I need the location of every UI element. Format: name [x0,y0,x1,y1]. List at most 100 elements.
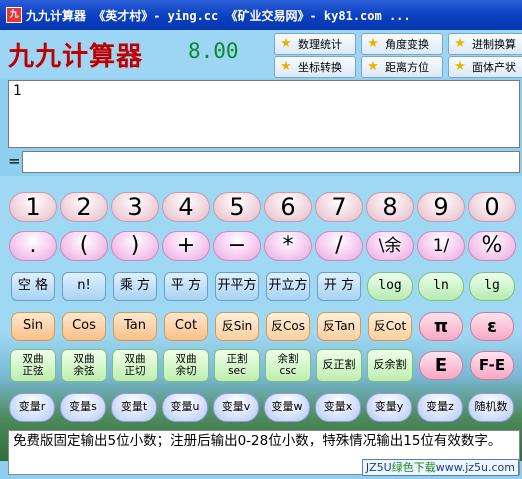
key-4[interactable]: 4 [162,192,210,222]
key-3[interactable]: 3 [111,192,159,222]
key-var-z[interactable]: 变量z [417,393,463,422]
key-sinh-line1: 双曲 [22,352,44,365]
key-tan[interactable]: Tan [113,312,157,341]
base-convert-label: 进制换算 [472,38,516,51]
key-6[interactable]: 6 [264,192,312,222]
key-factorial[interactable]: n! [62,272,106,301]
key-e[interactable]: E [419,351,463,380]
angle-convert-button[interactable]: ★ 角度变换 [361,33,443,55]
key-sqrt[interactable]: 开平方 [215,272,259,301]
key-int-divide[interactable]: \余 [366,231,414,261]
key-cosh[interactable]: 双曲 余弦 [61,349,107,382]
key-arcsin[interactable]: 反Sin [215,312,259,341]
app-title: 九九计算器 [8,42,144,72]
key-coth-line1: 双曲 [175,352,197,365]
distance-bearing-label: 距离方位 [385,61,429,74]
angle-convert-label: 角度变换 [385,38,429,51]
key-power[interactable]: 乘 方 [113,272,157,301]
key-csc-line2: csc [279,364,297,377]
key-f-e[interactable]: F-E [470,351,514,380]
key-right-paren[interactable]: ) [111,231,159,261]
title-bar[interactable]: 九 九九计算器 《英才村》- ying.cc 《矿业交易网》- ky81.com… [0,0,522,30]
key-decimal[interactable]: . [9,231,57,261]
key-csc-line1: 余割 [277,352,299,365]
key-percent[interactable]: % [468,231,516,261]
key-left-paren[interactable]: ( [60,231,108,261]
coord-convert-label: 坐标转换 [298,61,342,74]
star-icon: ★ [367,59,379,74]
key-arctan[interactable]: 反Tan [317,312,361,341]
watermark-url: www.jz5u.com [435,461,515,474]
key-7[interactable]: 7 [315,192,363,222]
key-cosh-line1: 双曲 [73,352,95,365]
attitude-button[interactable]: ★ 面体产状 [448,56,522,78]
key-9[interactable]: 9 [417,192,465,222]
key-random[interactable]: 随机数 [468,393,514,422]
key-cos[interactable]: Cos [62,312,106,341]
key-arcsec[interactable]: 反正割 [316,349,362,382]
star-icon: ★ [367,36,379,51]
key-arccos[interactable]: 反Cos [266,312,310,341]
key-var-w[interactable]: 变量w [264,393,310,422]
key-divide[interactable]: / [315,231,363,261]
key-var-v[interactable]: 变量v [213,393,259,422]
key-sec-line1: 正割 [226,352,248,365]
key-tanh-line2: 正切 [124,364,146,377]
key-coth-line2: 余切 [175,364,197,377]
key-cosh-line2: 余弦 [73,364,95,377]
key-tanh-line1: 双曲 [124,352,146,365]
stats-label: 数理统计 [298,38,342,51]
key-arccot[interactable]: 反Cot [368,312,412,341]
key-sinh[interactable]: 双曲 正弦 [10,349,56,382]
coord-convert-button[interactable]: ★ 坐标转换 [274,56,356,78]
key-csc[interactable]: 余割 csc [265,349,311,382]
key-sec[interactable]: 正割 sec [214,349,260,382]
key-sec-line2: sec [228,364,246,377]
key-tanh[interactable]: 双曲 正切 [112,349,158,382]
key-var-s[interactable]: 变量s [60,393,106,422]
key-8[interactable]: 8 [366,192,414,222]
key-coth[interactable]: 双曲 余切 [163,349,209,382]
key-log[interactable]: log [367,272,413,301]
key-space[interactable]: 空 格 [11,272,55,301]
star-icon: ★ [280,59,292,74]
key-square[interactable]: 平 方 [164,272,208,301]
key-var-r[interactable]: 变量r [9,393,55,422]
key-plus[interactable]: + [162,231,210,261]
key-minus[interactable]: − [213,231,261,261]
star-icon: ★ [280,36,292,51]
key-var-x[interactable]: 变量x [315,393,361,422]
key-ln[interactable]: ln [418,272,464,301]
key-multiply[interactable]: * [264,231,312,261]
key-0[interactable]: 0 [468,192,516,222]
result-field[interactable] [22,151,520,173]
site-watermark: JZ5U绿色下载www.jz5u.com [361,459,519,476]
key-lg[interactable]: lg [469,272,515,301]
key-epsilon[interactable]: ε [470,312,514,341]
key-5[interactable]: 5 [213,192,261,222]
key-sinh-line2: 正弦 [22,364,44,377]
key-reciprocal[interactable]: 1/ [417,231,465,261]
key-2[interactable]: 2 [60,192,108,222]
key-var-t[interactable]: 变量t [111,393,157,422]
window-title: 九九计算器 《英才村》- ying.cc 《矿业交易网》- ky81.com .… [26,8,411,23]
expression-input[interactable]: 1 [8,80,520,148]
key-cbrt[interactable]: 开立方 [266,272,310,301]
base-convert-button[interactable]: ★ 进制换算 [448,33,522,55]
distance-bearing-button[interactable]: ★ 距离方位 [361,56,443,78]
attitude-label: 面体产状 [472,61,516,74]
version-label: 8.00 [188,39,239,63]
key-pi[interactable]: π [419,312,463,341]
star-icon: ★ [454,36,466,51]
key-cot[interactable]: Cot [164,312,208,341]
key-arccsc[interactable]: 反余割 [367,349,413,382]
app-icon: 九 [6,7,22,23]
star-icon: ★ [454,59,466,74]
stats-button[interactable]: ★ 数理统计 [274,33,356,55]
key-var-u[interactable]: 变量u [162,393,208,422]
key-root[interactable]: 开 方 [317,272,361,301]
key-sin[interactable]: Sin [11,312,55,341]
key-var-y[interactable]: 变量y [366,393,412,422]
watermark-slogan: 绿色下载 [391,461,436,474]
key-1[interactable]: 1 [9,192,57,222]
